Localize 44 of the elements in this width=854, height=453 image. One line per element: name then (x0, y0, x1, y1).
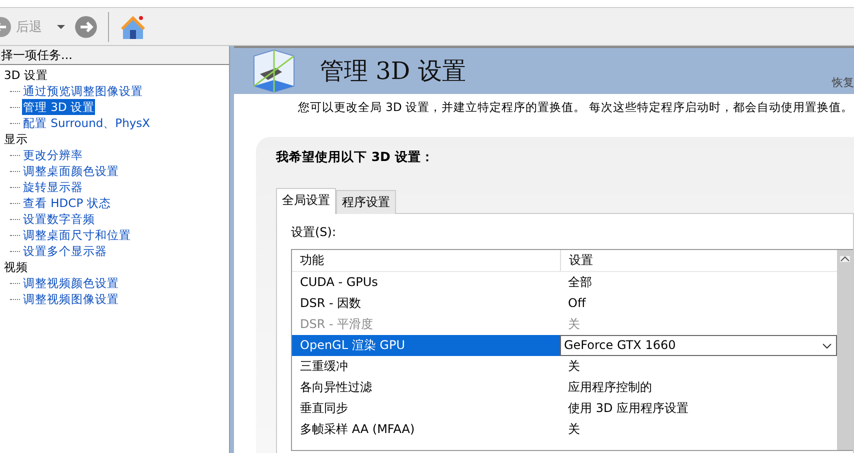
value-cell[interactable]: 关 (560, 419, 837, 440)
scroll-up-icon[interactable] (840, 256, 850, 262)
tree-item[interactable]: 调整视频颜色设置 (22, 275, 120, 291)
page-description: 您可以更改全局 3D 设置，并建立特定程序的置换值。 每次这些特定程序启动时，都会自动使用置换值。 (297, 99, 854, 115)
value-cell[interactable]: 全部 (560, 272, 837, 293)
dropdown-caret-icon[interactable] (56, 24, 66, 30)
column-header[interactable]: 设置 (561, 250, 829, 271)
feature-cell[interactable]: 三重缓冲 (292, 356, 560, 377)
tree-item[interactable]: 设置多个显示器 (22, 243, 108, 259)
feature-cell[interactable]: DSR - 因数 (292, 293, 560, 314)
column-header[interactable]: 功能 (292, 250, 561, 271)
tree-category[interactable]: 显示 (0, 131, 28, 147)
value-dropdown[interactable]: GeForce GTX 1660 (560, 335, 837, 356)
value-cell[interactable]: 关 (560, 356, 837, 377)
scrollbar[interactable] (837, 250, 853, 450)
tab[interactable]: 全局设置 (276, 188, 336, 214)
restore-link[interactable]: 恢复 (832, 75, 854, 90)
settings-label: 设置(S): (291, 224, 338, 241)
value-cell[interactable]: Off (560, 293, 837, 314)
tree-item[interactable]: 通过预览调整图像设置 (22, 83, 144, 99)
feature-cell[interactable]: 多帧采样 AA (MFAA) (292, 419, 560, 440)
value-cell[interactable]: 应用程序控制的 (560, 377, 837, 398)
tree-item[interactable]: 旋转显示器 (22, 179, 84, 195)
home-icon[interactable] (119, 14, 147, 40)
tree-item[interactable]: 调整视频图像设置 (22, 291, 120, 307)
task-pane-title: 择一项任务... (0, 46, 229, 64)
feature-cell[interactable]: OpenGL 渲染 GPU (292, 335, 560, 356)
section-heading: 我希望使用以下 3D 设置： (276, 149, 435, 166)
value-cell[interactable]: 使用 3D 应用程序设置 (560, 398, 837, 419)
tree-item[interactable]: 调整桌面颜色设置 (22, 163, 120, 179)
tree-item[interactable]: 查看 HDCP 状态 (22, 195, 112, 211)
tree-item[interactable]: 管理 3D 设置 (22, 99, 96, 115)
feature-cell[interactable]: 垂直同步 (292, 398, 560, 419)
tree-item[interactable]: 调整桌面尺寸和位置 (22, 227, 132, 243)
tree-category[interactable]: 3D 设置 (0, 67, 48, 83)
page-title: 管理 3D 设置 (320, 56, 466, 87)
feature-cell[interactable]: CUDA - GPUs (292, 272, 560, 293)
tab[interactable]: 程序设置 (336, 190, 396, 214)
tree-item[interactable]: 设置数字音频 (22, 211, 96, 227)
tree-item[interactable]: 配置 Surround、PhysX (22, 115, 152, 131)
feature-cell[interactable]: 各向异性过滤 (292, 377, 560, 398)
tree-item[interactable]: 更改分辨率 (22, 147, 84, 163)
chevron-down-icon (822, 342, 832, 348)
tree-category[interactable]: 视频 (0, 259, 28, 275)
